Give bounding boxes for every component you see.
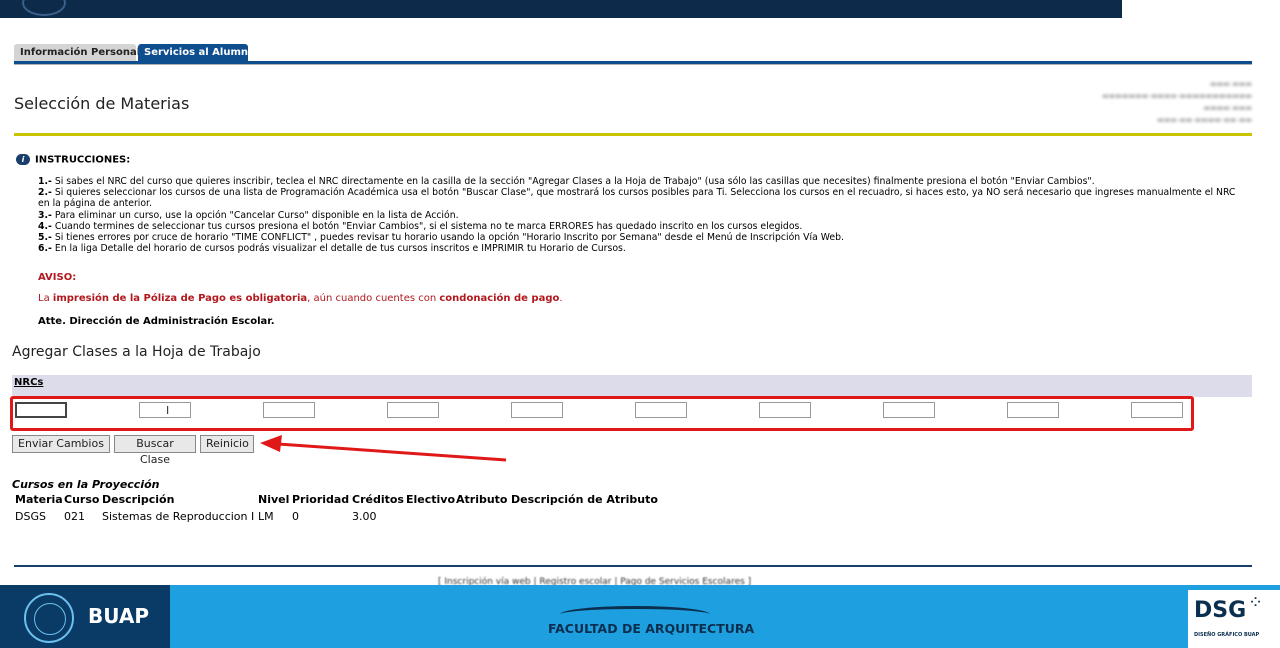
col-header-nivel: Nivel	[258, 493, 290, 506]
reinicio-button[interactable]: Reinicio	[200, 435, 254, 453]
notice-part: La	[38, 293, 53, 304]
instruction-number: 5.-	[38, 232, 52, 244]
nrc-input-4[interactable]	[387, 402, 439, 418]
tab-servicios-al-alumno[interactable]: Servicios al Alumno	[138, 44, 255, 62]
instruction-item: 2.- Si quieres seleccionar los cursos de…	[38, 187, 1238, 209]
nrc-input-9[interactable]	[1007, 402, 1059, 418]
instruction-number: 3.-	[38, 209, 52, 221]
info-icon: i	[16, 154, 30, 165]
instruction-number: 4.-	[38, 220, 52, 232]
instructions-list: 1.- Si sabes el NRC del curso que quiere…	[38, 176, 1238, 254]
notice-part: .	[559, 293, 563, 304]
instruction-text: En la liga Detalle del horario de cursos…	[54, 243, 626, 255]
course-nivel: LM	[258, 510, 274, 523]
nrc-input-6[interactable]	[635, 402, 687, 418]
nrc-input-7[interactable]	[759, 402, 811, 418]
faculty-name: FACULTAD DE ARQUITECTURA	[548, 621, 755, 636]
buscar-clase-button[interactable]: Buscar Clase	[114, 435, 196, 466]
notice-text: La impresión de la Póliza de Pago es obl…	[38, 293, 563, 304]
col-header-materia: Materia	[15, 493, 63, 506]
instruction-number: 2.-	[38, 187, 52, 199]
signature: Atte. Dirección de Administración Escola…	[38, 316, 275, 327]
page-title: Selección de Materias	[14, 94, 190, 113]
notice-label: AVISO:	[38, 272, 77, 283]
instruction-item: 4.- Cuando termines de seleccionar tus c…	[38, 221, 1238, 232]
course-materia: DSGS	[15, 510, 46, 523]
instruction-number: 1.-	[38, 176, 52, 187]
title-rule	[14, 133, 1252, 136]
instruction-item: 6.- En la liga Detalle del horario de cu…	[38, 243, 1238, 254]
footer-rule	[14, 565, 1252, 567]
course-prioridad: 0	[292, 510, 299, 523]
top-banner-edge	[1122, 0, 1280, 18]
col-header-atributo: Atributo	[456, 493, 508, 506]
nrc-label: NRCs	[14, 377, 44, 388]
tab-informacion-personal[interactable]: Información Personal	[14, 44, 140, 62]
add-classes-title: Agregar Clases a la Hoja de Trabajo	[12, 344, 261, 360]
col-header-descripcion-atributo: Descripción de Atributo	[511, 493, 658, 506]
university-seal-icon	[22, 0, 66, 16]
enviar-cambios-button[interactable]: Enviar Cambios	[12, 435, 110, 453]
text-cursor-icon: I	[166, 404, 170, 417]
instructions-header: i INSTRUCCIONES:	[16, 154, 130, 166]
col-header-prioridad: Prioridad	[292, 493, 350, 506]
dsg-logo-icon: ⁘	[1248, 592, 1264, 613]
nrc-header-band	[12, 375, 1252, 397]
instruction-item: 5.- Si tienes errores por cruce de horar…	[38, 232, 1238, 243]
col-header-descripcion: Descripción	[102, 493, 175, 506]
instruction-text: Para eliminar un curso, use la opción "C…	[54, 209, 459, 221]
col-header-creditos: Créditos	[352, 493, 404, 506]
buap-logo-text: BUAP	[88, 604, 150, 628]
course-descripcion: Sistemas de Reproduccion I	[102, 510, 255, 523]
instruction-number: 6.-	[38, 243, 52, 255]
col-header-curso: Curso	[64, 493, 100, 506]
nrc-input-5[interactable]	[511, 402, 563, 418]
arrow-annotation-icon	[260, 435, 507, 462]
notice-part: , aún cuando cuentes con	[307, 293, 440, 304]
buap-seal-icon	[24, 593, 74, 643]
courses-title: Cursos en la Proyección	[12, 478, 160, 491]
dsg-logo-subtitle: DISEÑO GRÁFICO BUAP	[1194, 632, 1260, 638]
dsg-logo-text: DSG	[1194, 598, 1247, 623]
instruction-text: Si tienes errores por cruce de horario "…	[54, 232, 844, 244]
instructions-header-label: INSTRUCCIONES:	[35, 154, 131, 166]
nrc-input-1[interactable]	[15, 402, 67, 418]
nrc-input-3[interactable]	[263, 402, 315, 418]
instruction-item: 3.- Para eliminar un curso, use la opció…	[38, 210, 1238, 221]
course-creditos: 3.00	[352, 510, 377, 523]
top-banner	[0, 0, 1122, 18]
col-header-electivo: Electivo	[406, 493, 456, 506]
nrc-input-10[interactable]	[1131, 402, 1183, 418]
instruction-text: Si sabes el NRC del curso que quieres in…	[54, 176, 1095, 187]
instruction-text: Si quieres seleccionar los cursos de una…	[38, 187, 1236, 210]
blurred-user-info: ▬▬▬ ▬▬▬ ▬▬▬▬▬▬▬ ▬▬▬▬ ▬▬▬▬▬▬▬▬▬▬▬ ▬▬▬▬ ▬▬▬ ▬…	[1102, 80, 1252, 124]
instruction-text: Cuando termines de seleccionar tus curso…	[54, 220, 803, 232]
notice-emphasis: condonación de pago	[439, 293, 560, 304]
instruction-item: 1.- Si sabes el NRC del curso que quiere…	[38, 176, 1238, 187]
nrc-input-8[interactable]	[883, 402, 935, 418]
notice-emphasis: impresión de la Póliza de Pago es obliga…	[52, 293, 308, 304]
tab-underline-shadow	[14, 64, 1252, 65]
nrc-input-2[interactable]	[139, 402, 191, 418]
course-curso: 021	[64, 510, 85, 523]
